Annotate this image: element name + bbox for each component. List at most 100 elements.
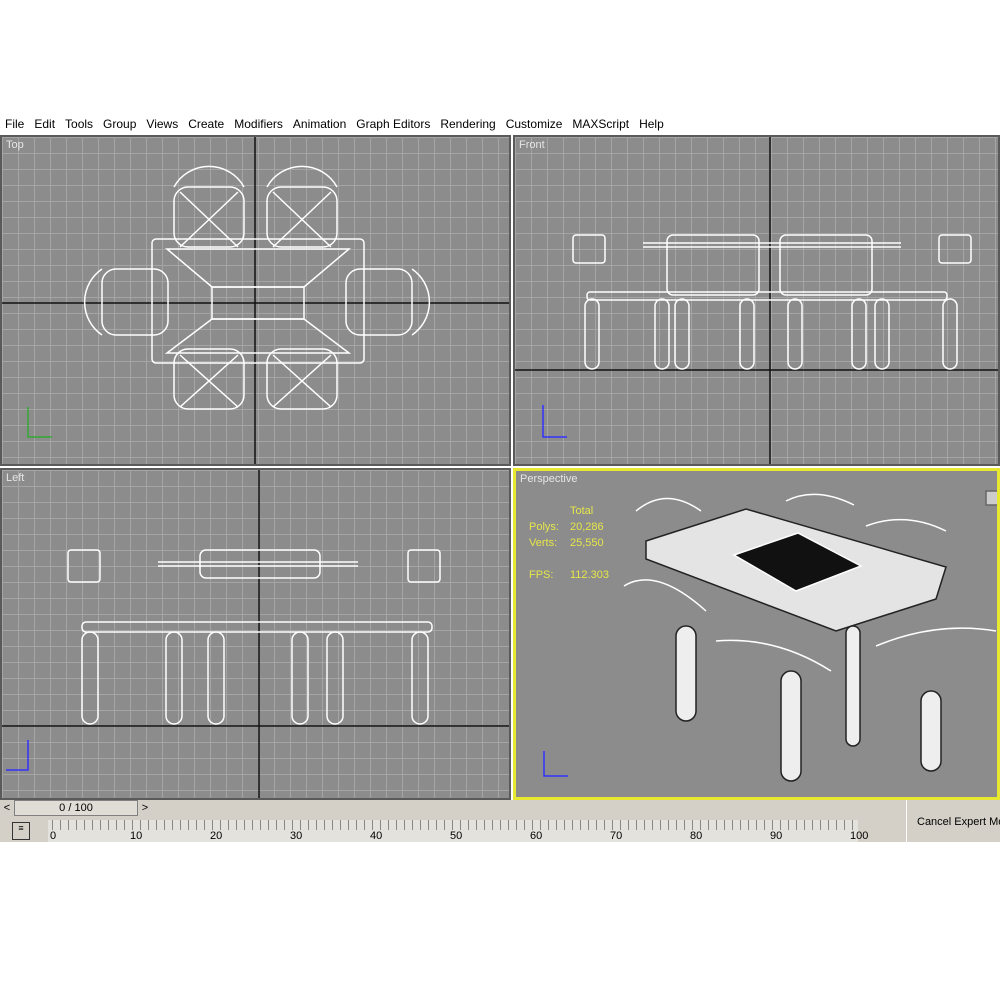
timeline-tick (316, 820, 317, 830)
menu-tools[interactable]: Tools (60, 114, 98, 134)
timeline-tick (748, 820, 749, 830)
timeline-tick (172, 820, 173, 830)
viewport-label-perspective[interactable]: Perspective (520, 473, 577, 485)
time-slider-next-button[interactable]: > (138, 800, 152, 816)
timeline-label: 30 (290, 830, 303, 842)
viewport-label-left[interactable]: Left (6, 472, 24, 484)
timeline-tick (132, 820, 133, 830)
timeline-tick (396, 820, 397, 830)
viewport-front[interactable]: Front (513, 135, 1000, 466)
timeline-tick (332, 820, 333, 830)
timeline-tick (508, 820, 509, 830)
timeline-tick (92, 820, 93, 830)
timeline-tick (412, 820, 413, 830)
timeline-label: 60 (530, 830, 543, 842)
timeline-tick (588, 820, 589, 830)
timeline-tick (268, 820, 269, 830)
timeline-tick (652, 820, 653, 830)
timeline-tick (52, 820, 53, 830)
timeline-tick (188, 820, 189, 830)
viewport-label-front[interactable]: Front (519, 139, 545, 151)
menu-group[interactable]: Group (98, 114, 141, 134)
timeline-tick (708, 820, 709, 830)
timeline-label: 100 (850, 830, 869, 842)
timeline-tick (780, 820, 781, 830)
cancel-expert-mode-button[interactable]: Cancel Expert Mode (906, 800, 1000, 842)
timeline-label: 20 (210, 830, 223, 842)
timeline-tick (852, 820, 853, 830)
timeline-tick (452, 820, 453, 830)
timeline-tick (820, 820, 821, 830)
timeline-tick (140, 820, 141, 830)
timeline-tick (292, 820, 293, 830)
stats-total-header: Total (570, 505, 594, 517)
timeline-tick (348, 820, 349, 830)
timeline-tick (548, 820, 549, 830)
menu-create[interactable]: Create (183, 114, 229, 134)
timeline-tick (564, 820, 565, 830)
timeline-tick (676, 820, 677, 830)
timeline-tick (108, 820, 109, 830)
timeline-tick (796, 820, 797, 830)
timeline-tick (460, 820, 461, 830)
timeline-tick (692, 820, 693, 830)
viewport-label-top[interactable]: Top (6, 139, 24, 151)
timeline-tick (340, 820, 341, 830)
timeline-panel: < 0 / 100 > ≡ 0 10 20 30 40 50 60 70 80 90 100 Can… (0, 800, 1000, 842)
timeline-label: 70 (610, 830, 623, 842)
timeline-tick (628, 820, 629, 830)
timeline-tick (220, 820, 221, 830)
timeline-tick (228, 820, 229, 830)
timeline-tick (300, 820, 301, 830)
timeline-tick (380, 820, 381, 830)
menu-animation[interactable]: Animation (288, 114, 351, 134)
timeline-tick (260, 820, 261, 830)
timeline-tick (404, 820, 405, 830)
timeline-tick (668, 820, 669, 830)
timeline-track[interactable]: 0 10 20 30 40 50 60 70 80 90 100 (48, 820, 868, 842)
curve-editor-icon[interactable]: ≡ (12, 822, 30, 840)
timeline-label: 0 (50, 830, 57, 842)
front-view-wireframe (515, 137, 998, 464)
timeline-tick (612, 820, 613, 830)
timeline-tick (804, 820, 805, 830)
timeline-tick (684, 820, 685, 830)
viewcube-icon (985, 490, 997, 506)
menu-customize[interactable]: Customize (501, 114, 568, 134)
viewport-perspective[interactable]: Perspective Total Polys: 20,286 Verts: 2… (513, 468, 1000, 800)
menu-maxscript[interactable]: MAXScript (567, 114, 634, 134)
menu-help[interactable]: Help (634, 114, 669, 134)
time-slider[interactable]: < 0 / 100 > (0, 800, 155, 816)
timeline-tick (164, 820, 165, 830)
timeline-tick (324, 820, 325, 830)
timeline-tick (84, 820, 85, 830)
timeline-tick (356, 820, 357, 830)
timeline-tick (148, 820, 149, 830)
stats-polys-label: Polys: (529, 521, 559, 533)
timeline-label: 10 (130, 830, 143, 842)
menu-edit[interactable]: Edit (29, 114, 60, 134)
timeline-tick (100, 820, 101, 830)
viewport-left[interactable]: Left (0, 468, 511, 800)
viewport-top[interactable]: Top (0, 135, 511, 466)
timeline-tick (180, 820, 181, 830)
timeline-tick (500, 820, 501, 830)
menu-graph-editors[interactable]: Graph Editors (351, 114, 435, 134)
timeline-tick (156, 820, 157, 830)
timeline-tick (252, 820, 253, 830)
timeline-tick (524, 820, 525, 830)
timeline-tick (516, 820, 517, 830)
menu-modifiers[interactable]: Modifiers (229, 114, 288, 134)
timeline-tick (828, 820, 829, 830)
menu-file[interactable]: File (0, 114, 29, 134)
timeline-tick (812, 820, 813, 830)
timeline-tick (308, 820, 309, 830)
timeline-tick (716, 820, 717, 830)
timeline-tick (372, 820, 373, 830)
menu-views[interactable]: Views (141, 114, 183, 134)
time-slider-thumb[interactable]: 0 / 100 (14, 800, 138, 816)
time-slider-prev-button[interactable]: < (0, 800, 14, 816)
menu-rendering[interactable]: Rendering (435, 114, 500, 134)
timeline-tick (244, 820, 245, 830)
timeline-tick (212, 820, 213, 830)
